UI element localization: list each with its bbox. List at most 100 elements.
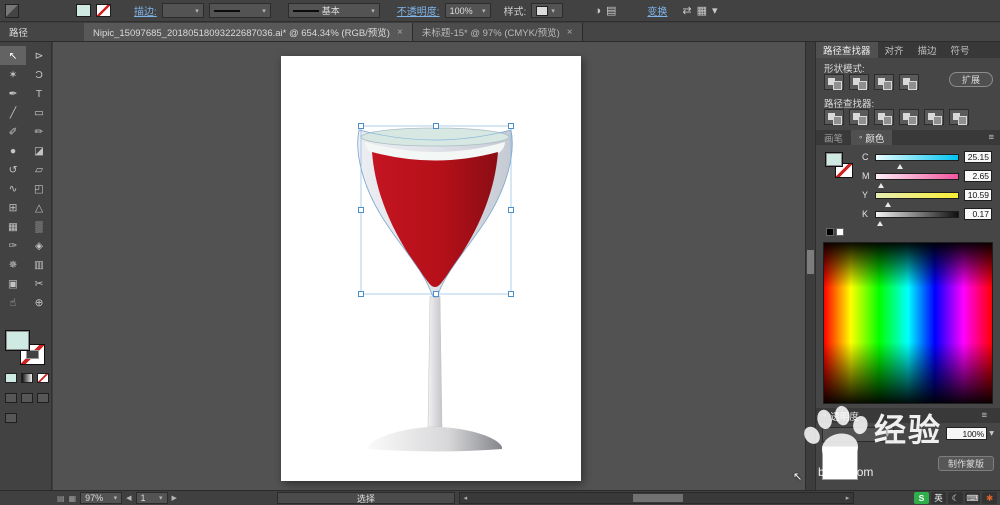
- tool-perspective-grid[interactable]: △: [26, 198, 52, 217]
- tool-symbol-sprayer[interactable]: ✵: [0, 255, 26, 274]
- draw-normal-button[interactable]: [5, 393, 17, 403]
- black-slider[interactable]: [875, 211, 959, 218]
- transform-label[interactable]: 变换: [647, 3, 667, 18]
- scroll-right-icon[interactable]: ▸: [842, 493, 853, 503]
- slider-thumb[interactable]: [897, 161, 903, 169]
- moon-icon[interactable]: ☾: [948, 492, 963, 504]
- tab-symbols[interactable]: 符号: [944, 42, 977, 58]
- tool-line-segment[interactable]: ╱: [0, 103, 26, 122]
- make-mask-button[interactable]: 制作蒙版: [938, 456, 994, 471]
- wine-glass-artwork[interactable]: [281, 56, 581, 481]
- tool-rotate[interactable]: ↺: [0, 160, 26, 179]
- slider-thumb[interactable]: [878, 180, 884, 188]
- divide-button[interactable]: [824, 109, 844, 125]
- ime-language[interactable]: 英: [931, 492, 946, 504]
- stroke-color-swatch[interactable]: [96, 4, 111, 17]
- next-artboard-icon[interactable]: ▶: [172, 494, 177, 502]
- draw-inside-button[interactable]: [37, 393, 49, 403]
- tool-scale[interactable]: ▱: [26, 160, 52, 179]
- draw-behind-button[interactable]: [21, 393, 33, 403]
- color-fill-proxy[interactable]: [825, 152, 843, 167]
- tab-pathfinder[interactable]: 路径查找器: [816, 42, 878, 58]
- horizontal-scrollbar[interactable]: ◂ ▸: [459, 492, 854, 504]
- object-thumbnail[interactable]: [822, 446, 858, 480]
- brush-definition-combo[interactable]: 基本 ▾: [288, 3, 380, 18]
- slider-thumb[interactable]: [885, 199, 891, 207]
- opacity-combo[interactable]: 100% ▾: [445, 3, 491, 18]
- magenta-slider[interactable]: [875, 173, 959, 180]
- vertical-scrollbar[interactable]: [805, 42, 814, 490]
- document-tab-2[interactable]: 未标题-15* @ 97% (CMYK/预览) ×: [413, 23, 583, 41]
- close-icon[interactable]: ×: [397, 27, 403, 38]
- stroke-weight-combo[interactable]: ▾: [162, 3, 204, 18]
- expand-button[interactable]: 扩展: [949, 72, 993, 87]
- color-button[interactable]: [5, 373, 17, 383]
- transparency-opacity-combo[interactable]: 100% ▾: [946, 427, 994, 440]
- arrange-icon[interactable]: ▦: [697, 4, 707, 17]
- tool-blob-brush[interactable]: ●: [0, 141, 26, 160]
- canvas[interactable]: ↖: [53, 42, 814, 490]
- transparency-panel-header[interactable]: ◦ 透明度 ≡: [816, 408, 1000, 423]
- tab-align[interactable]: 对齐: [878, 42, 911, 58]
- artboard[interactable]: [281, 56, 581, 481]
- style-combo[interactable]: ▾: [531, 3, 563, 18]
- transparency-opacity-value[interactable]: 100%: [946, 427, 987, 440]
- align-icon[interactable]: ⇄: [682, 4, 691, 17]
- blend-mode-combo[interactable]: ▾: [822, 427, 894, 442]
- magenta-value[interactable]: 2.65: [964, 170, 992, 182]
- crop-button[interactable]: [899, 109, 919, 125]
- tab-brushes[interactable]: 画笔: [816, 130, 851, 145]
- opacity-label[interactable]: 不透明度:: [397, 3, 440, 18]
- panel-menu-icon[interactable]: ≡: [981, 410, 987, 421]
- ime-logo[interactable]: S: [914, 492, 929, 504]
- screen-mode-button[interactable]: [5, 413, 17, 423]
- document-setup-icon[interactable]: ▤: [606, 4, 616, 17]
- none-button[interactable]: [37, 373, 49, 383]
- intersect-button[interactable]: [874, 74, 894, 90]
- color-spectrum[interactable]: [823, 242, 993, 404]
- minus-front-button[interactable]: [849, 74, 869, 90]
- tool-lasso[interactable]: Ɔ: [26, 65, 52, 84]
- panel-menu-icon[interactable]: ≡: [988, 132, 994, 143]
- prev-artboard-icon[interactable]: ◀: [126, 494, 131, 502]
- tool-magic-wand[interactable]: ✶: [0, 65, 26, 84]
- keyboard-icon[interactable]: ⌨: [965, 492, 980, 504]
- tool-rectangle[interactable]: ▭: [26, 103, 52, 122]
- tool-column-graph[interactable]: ▥: [26, 255, 52, 274]
- fill-proxy-swatch[interactable]: [5, 330, 30, 351]
- trim-button[interactable]: [849, 109, 869, 125]
- close-icon[interactable]: ×: [567, 27, 573, 38]
- slider-thumb[interactable]: [877, 218, 883, 226]
- exclude-button[interactable]: [899, 74, 919, 90]
- merge-button[interactable]: [874, 109, 894, 125]
- yellow-value[interactable]: 10.59: [964, 189, 992, 201]
- yellow-slider[interactable]: [875, 192, 959, 199]
- tool-pen[interactable]: ✒: [0, 84, 26, 103]
- width-profile-combo[interactable]: ▾: [209, 3, 271, 18]
- tool-selection[interactable]: ↖: [0, 46, 26, 65]
- cyan-value[interactable]: 25.15: [964, 151, 992, 163]
- tool-type[interactable]: T: [26, 84, 52, 103]
- horizontal-scrollbar-thumb[interactable]: [633, 494, 683, 502]
- tool-hand[interactable]: ☝: [0, 293, 26, 312]
- tool-slice[interactable]: ✂: [26, 274, 52, 293]
- unite-button[interactable]: [824, 74, 844, 90]
- fill-color-swatch[interactable]: [76, 4, 91, 17]
- ime-toolbox-icon[interactable]: ✱: [982, 492, 997, 504]
- tool-pencil[interactable]: ✏: [26, 122, 52, 141]
- tab-stroke[interactable]: 描边: [911, 42, 944, 58]
- stroke-label[interactable]: 描边:: [134, 3, 157, 18]
- tool-gradient[interactable]: ▒: [26, 217, 52, 236]
- tool-blend[interactable]: ◈: [26, 236, 52, 255]
- outline-button[interactable]: [924, 109, 944, 125]
- black-value[interactable]: 0.17: [964, 208, 992, 220]
- tool-free-transform[interactable]: ◰: [26, 179, 52, 198]
- tool-eraser[interactable]: ◪: [26, 141, 52, 160]
- tool-zoom[interactable]: ⊕: [26, 293, 52, 312]
- scroll-left-icon[interactable]: ◂: [460, 493, 471, 503]
- tool-paintbrush[interactable]: ✐: [0, 122, 26, 141]
- doc-info-icon[interactable]: ▦: [69, 494, 77, 503]
- zoom-combo[interactable]: 97% ▾: [80, 492, 122, 504]
- minus-back-button[interactable]: [949, 109, 969, 125]
- black-swatch[interactable]: [826, 228, 834, 236]
